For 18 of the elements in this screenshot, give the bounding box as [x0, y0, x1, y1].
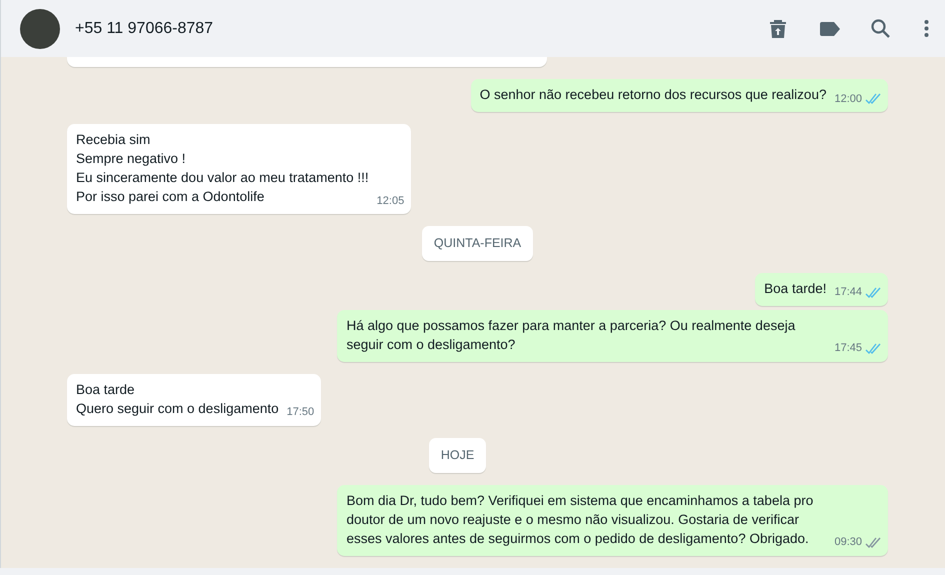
message-time: 17:50 — [286, 405, 314, 420]
delete-icon[interactable] — [770, 20, 786, 38]
message-time: 17:45 — [834, 341, 862, 356]
message-text: Boa tarde Quero seguir com o desligamento — [76, 380, 279, 418]
search-icon[interactable] — [871, 19, 890, 38]
avatar[interactable] — [20, 8, 60, 48]
label-icon[interactable] — [820, 22, 840, 36]
menu-icon[interactable] — [924, 20, 929, 37]
message-time: 17:44 — [834, 285, 862, 300]
message-text: Há algo que possamos fazer para manter a parceria? Ou realmente deseja seguir com o desligamento? — [346, 316, 796, 354]
message-time: 12:00 — [834, 92, 862, 106]
contact-name[interactable]: +55 11 97066-8787 — [75, 16, 214, 40]
message-text: Bom dia Dr, tudo bem? Verifiquei em sistema que encaminhamos a tabela pro doutor de um novo reajuste e o mesmo não visualizou. Gostaria de verificar esses valores antes de seguirmos com o pedido de desligamento? Obrigado. — [346, 492, 814, 548]
message-text: Boa tarde! — [764, 280, 826, 298]
message-text: Recebia sim Sempre negativo ! Eu sinceramente dou valor ao meu tratamento !!! Por isso parei com a Odontolife — [76, 131, 369, 206]
message-time: 12:05 — [376, 194, 404, 208]
message-text: O senhor não recebeu retorno dos recursos que realizou? — [480, 86, 826, 104]
message-time: 09:30 — [834, 535, 862, 550]
